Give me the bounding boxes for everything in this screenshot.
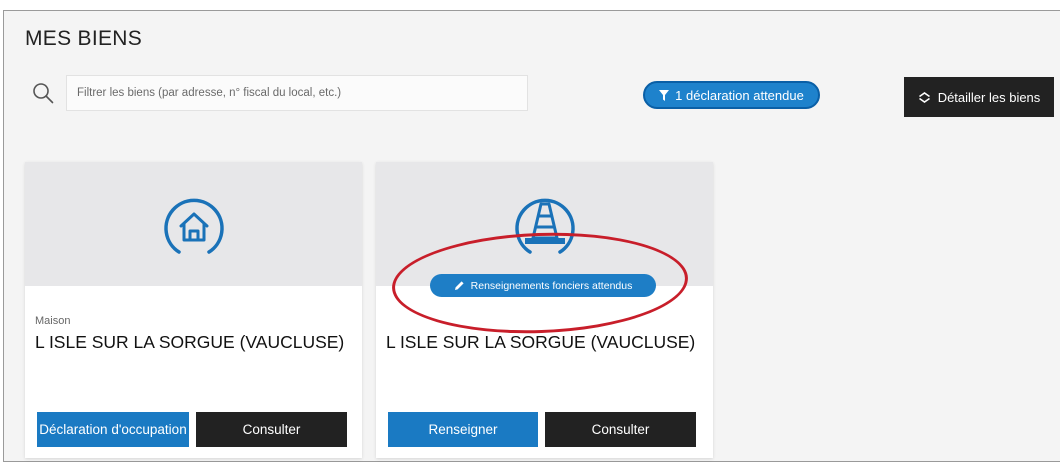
card-header — [376, 162, 713, 286]
card-header — [25, 162, 362, 286]
detail-button-label: Détailler les biens — [937, 89, 1041, 105]
property-location: L ISLE SUR LA SORGUE (VAUCLUSE) — [35, 332, 345, 352]
status-badge-label: Renseignements fonciers attendus — [470, 279, 633, 292]
filter-badge-label: 1 déclaration attendue — [675, 87, 804, 103]
detail-properties-button[interactable]: Détailler les biens — [904, 77, 1054, 117]
filter-icon — [659, 89, 670, 101]
page-title: MES BIENS — [25, 27, 143, 50]
property-location: L ISLE SUR LA SORGUE (VAUCLUSE) — [386, 332, 696, 352]
fill-in-button[interactable]: Renseigner — [388, 412, 538, 447]
property-card-house: Maison L ISLE SUR LA SORGUE (VAUCLUSE) D… — [25, 162, 362, 458]
expand-collapse-icon — [918, 91, 930, 103]
property-card-pending: Renseignements fonciers attendus L ISLE … — [376, 162, 713, 458]
house-icon — [163, 198, 224, 254]
pencil-icon — [454, 281, 464, 290]
property-type: Maison — [35, 315, 71, 327]
search-input[interactable] — [66, 75, 528, 111]
status-badge: Renseignements fonciers attendus — [430, 274, 656, 297]
consult-button[interactable]: Consulter — [545, 412, 696, 447]
search-icon — [33, 83, 54, 104]
consult-button[interactable]: Consulter — [196, 412, 347, 447]
traffic-cone-icon — [514, 198, 575, 254]
pending-declaration-filter[interactable]: 1 déclaration attendue — [643, 81, 820, 109]
occupancy-declaration-button[interactable]: Déclaration d'occupation — [37, 412, 189, 447]
